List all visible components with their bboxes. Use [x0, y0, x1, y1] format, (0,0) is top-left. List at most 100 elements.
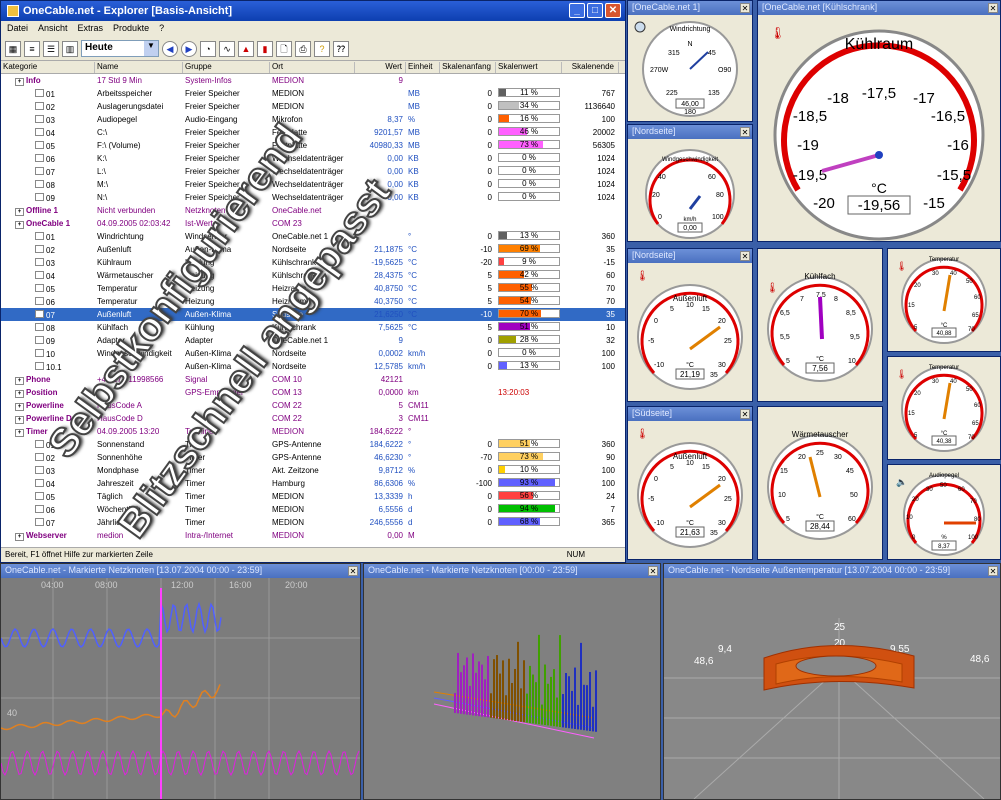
- close-icon[interactable]: ✕: [988, 566, 998, 576]
- details-icon[interactable]: ☰: [43, 40, 59, 57]
- col-skalenwert[interactable]: Skalenwert: [496, 62, 562, 73]
- minimize-button[interactable]: _: [569, 3, 585, 18]
- close-icon[interactable]: ✕: [740, 127, 750, 137]
- sensor-icon[interactable]: [35, 348, 44, 357]
- table-row[interactable]: 03 Audiopegel Audio-Eingang Mikrofon 8,37% 0 1…: [1, 113, 625, 126]
- expand-icon[interactable]: +: [15, 532, 24, 541]
- sensor-icon[interactable]: [35, 244, 44, 253]
- expand-icon[interactable]: +: [15, 207, 24, 216]
- sensor-icon[interactable]: [35, 192, 44, 201]
- sensor-icon[interactable]: [35, 179, 44, 188]
- sensor-icon[interactable]: [35, 153, 44, 162]
- table-row[interactable]: 05 F:\ (Volume) Freier Speicher Festplatte 4…: [1, 139, 625, 152]
- sensor-icon[interactable]: [35, 322, 44, 331]
- print-icon[interactable]: ⎙: [295, 40, 311, 57]
- table-row[interactable]: 02 Sonnenhöhe Timer GPS-Antenne 46,6230 ° -70 7…: [1, 451, 625, 464]
- table-row[interactable]: 04 Jahreszeit Timer Hamburg 86,6306% -100 93 %…: [1, 477, 625, 490]
- sensor-icon[interactable]: [35, 478, 44, 487]
- tree-group-row[interactable]: + OneCable 1 04.09.2005 02:03:42 Ist-Werte C…: [1, 217, 625, 230]
- close-icon[interactable]: ✕: [648, 566, 658, 576]
- sensor-icon[interactable]: [35, 166, 44, 175]
- table-row[interactable]: 10 Windgeschwindigkeit Außen-Klima Nordseit…: [1, 347, 625, 360]
- table-row[interactable]: 01 Arbeitsspeicher Freier Speicher MEDION MB…: [1, 87, 625, 100]
- 3d-chart-icon[interactable]: ▲: [238, 40, 254, 57]
- table-row[interactable]: 03 Mondphase Timer Akt. Zeitzone 9,8712% 0 10 …: [1, 464, 625, 477]
- table-row[interactable]: 07 L:\ Freier Speicher Wechseldatenträger 0,…: [1, 165, 625, 178]
- close-icon[interactable]: ✕: [740, 251, 750, 261]
- info-icon[interactable]: ?: [314, 40, 330, 57]
- menu-datei[interactable]: Datei: [7, 23, 28, 35]
- context-help-icon[interactable]: ⁇: [333, 40, 349, 57]
- expand-icon[interactable]: +: [15, 428, 24, 437]
- expand-icon[interactable]: +: [15, 389, 24, 398]
- sensor-icon[interactable]: [35, 296, 44, 305]
- col-einheit[interactable]: Einheit: [406, 62, 440, 73]
- maximize-button[interactable]: □: [587, 3, 603, 18]
- table-row[interactable]: 08 M:\ Freier Speicher Wechseldatenträger 0,…: [1, 178, 625, 191]
- sensor-icon[interactable]: [35, 465, 44, 474]
- sensor-icon[interactable]: [35, 127, 44, 136]
- sensor-icon[interactable]: [35, 517, 44, 526]
- sensor-icon[interactable]: [35, 309, 44, 318]
- table-row[interactable]: 09 Adapter Adapter OneCable.net 1 9 0 28 % 32: [1, 334, 625, 347]
- col-name[interactable]: Name: [95, 62, 183, 73]
- expand-icon[interactable]: +: [15, 77, 24, 86]
- forward-icon[interactable]: ▶: [181, 40, 197, 57]
- bar-chart-icon[interactable]: ▮: [257, 40, 273, 57]
- back-icon[interactable]: ◀: [162, 40, 178, 57]
- sensor-icon[interactable]: [35, 361, 44, 370]
- list-icon[interactable]: ≡: [24, 40, 40, 57]
- col-gruppe[interactable]: Gruppe: [183, 62, 270, 73]
- menu-help[interactable]: ?: [159, 23, 164, 35]
- sensor-icon[interactable]: [35, 101, 44, 110]
- line-chart-icon[interactable]: ∿: [219, 40, 235, 57]
- gauge-icon[interactable]: ◔: [200, 40, 216, 57]
- sensor-icon[interactable]: [35, 140, 44, 149]
- close-button[interactable]: ✕: [605, 3, 621, 18]
- menu-extras[interactable]: Extras: [78, 23, 104, 35]
- menu-ansicht[interactable]: Ansicht: [38, 23, 68, 35]
- close-icon[interactable]: ✕: [988, 3, 998, 13]
- sensor-icon[interactable]: [35, 283, 44, 292]
- tree-group-row[interactable]: + Webserver medion Intra-/Internet MEDION 0,0…: [1, 529, 625, 542]
- sensor-icon[interactable]: [35, 88, 44, 97]
- chart-icon[interactable]: ▥: [62, 40, 78, 57]
- tree-group-row[interactable]: + Info 17 Std 9 Min System-Infos MEDION 9: [1, 74, 625, 87]
- sensor-icon[interactable]: [35, 491, 44, 500]
- sensor-icon[interactable]: [35, 114, 44, 123]
- sensor-icon[interactable]: [35, 452, 44, 461]
- col-skalenende[interactable]: Skalenende: [562, 62, 619, 73]
- col-ort[interactable]: Ort: [270, 62, 355, 73]
- sensor-icon[interactable]: [35, 270, 44, 279]
- menu-produkte[interactable]: Produkte: [113, 23, 149, 35]
- explorer-titlebar[interactable]: OneCable.net - Explorer [Basis-Ansicht] …: [1, 1, 625, 21]
- sensor-icon[interactable]: [35, 257, 44, 266]
- expand-icon[interactable]: +: [15, 402, 24, 411]
- print-preview-icon[interactable]: 🗋: [276, 40, 292, 57]
- table-row[interactable]: 06 Wöchentlich Timer MEDION 6,5556 d 0 94 % 7: [1, 503, 625, 516]
- table-row[interactable]: 07 Jährlich Timer MEDION 246,5556 d 0 68 % 365: [1, 516, 625, 529]
- tree-group-row[interactable]: + Offline 1 Nicht verbunden Netzknoten OneCa…: [1, 204, 625, 217]
- sensor-icon[interactable]: [35, 335, 44, 344]
- period-select[interactable]: Heute ▼: [81, 40, 159, 57]
- expand-icon[interactable]: +: [15, 220, 24, 229]
- view-icon[interactable]: ▦: [5, 40, 21, 57]
- table-row[interactable]: 04 C:\ Freier Speicher Festplatte 9201,57 MB 0…: [1, 126, 625, 139]
- sensor-icon[interactable]: [35, 231, 44, 240]
- table-row[interactable]: 02 Auslagerungsdatei Freier Speicher MEDION…: [1, 100, 625, 113]
- cell-skalenwert: 94 %: [496, 504, 562, 515]
- col-skalenanfang[interactable]: Skalenanfang: [440, 62, 496, 73]
- col-wert[interactable]: Wert: [355, 62, 406, 73]
- table-row[interactable]: 06 K:\ Freier Speicher Wechseldatenträger 0,…: [1, 152, 625, 165]
- table-row[interactable]: 08 Kühlfach Kühlung Kühlschrank 7,5625 °C 5 51 …: [1, 321, 625, 334]
- expand-icon[interactable]: +: [15, 415, 24, 424]
- close-icon[interactable]: ✕: [348, 566, 358, 576]
- close-icon[interactable]: ✕: [740, 3, 750, 13]
- table-row[interactable]: 05 Täglich Timer MEDION 13,3339 h 0 56 % 24: [1, 490, 625, 503]
- table-row[interactable]: 09 N:\ Freier Speicher Wechseldatenträger 0,…: [1, 191, 625, 204]
- col-kategorie[interactable]: Kategorie: [1, 62, 95, 73]
- chevron-down-icon[interactable]: ▼: [144, 41, 158, 56]
- expand-icon[interactable]: +: [15, 376, 24, 385]
- close-icon[interactable]: ✕: [740, 409, 750, 419]
- sensor-icon[interactable]: [35, 504, 44, 513]
